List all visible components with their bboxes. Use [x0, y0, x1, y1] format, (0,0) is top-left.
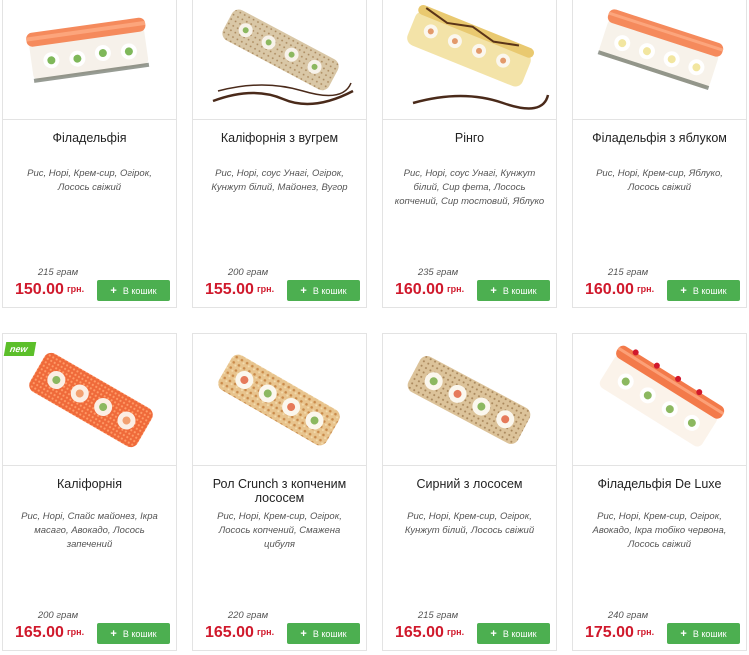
product-name[interactable]: Філадельфія De Luxe	[579, 477, 740, 491]
plus-icon: +	[300, 284, 307, 297]
add-to-cart-label: В кошик	[692, 628, 727, 639]
sushi-roll-crunch-icon	[218, 354, 340, 446]
product-image[interactable]	[383, 0, 556, 120]
product-name[interactable]: Філадельфія з яблуком	[579, 131, 740, 145]
plus-icon: +	[490, 627, 497, 640]
product-name[interactable]: Сирний з лососем	[389, 477, 550, 491]
product-price: 155.00 грн.	[205, 281, 274, 299]
product-ingredients: Рис, Норі, Крем-сир, Огірок, Кунжут біли…	[404, 511, 535, 536]
product-weight: 215 грам	[37, 267, 79, 278]
add-to-cart-button[interactable]: + В кошик	[477, 623, 550, 644]
product-card[interactable]: Сирний з лососем Рис, Норі, Крем-сир, Ог…	[382, 333, 557, 651]
product-name[interactable]: Рол Crunch з копченим лососем	[199, 477, 360, 505]
add-to-cart-label: В кошик	[502, 628, 537, 639]
add-to-cart-button[interactable]: + В кошик	[667, 280, 740, 301]
product-grid: Філадельфія Рис, Норі, Крем-сир, Огірок,…	[0, 0, 749, 655]
add-to-cart-label: В кошик	[312, 285, 347, 296]
plus-icon: +	[110, 627, 117, 640]
product-weight: 235 грам	[417, 267, 459, 278]
sushi-roll-salmon-icon	[25, 17, 150, 83]
product-ingredients: Рис, Норі, Крем-сир, Огірок, Лосось свіж…	[27, 168, 152, 193]
add-to-cart-button[interactable]: + В кошик	[287, 623, 360, 644]
sushi-roll-cheese-icon	[407, 5, 550, 110]
product-card[interactable]: Рінго Рис, Норі, соус Унагі, Кунжут біли…	[382, 0, 557, 308]
sushi-roll-sesame-icon	[212, 9, 354, 106]
add-to-cart-button[interactable]: + В кошик	[97, 623, 170, 644]
currency-label: грн.	[256, 284, 275, 294]
add-to-cart-label: В кошик	[122, 628, 157, 639]
add-to-cart-label: В кошик	[502, 285, 537, 296]
currency-label: грн.	[636, 627, 655, 637]
product-image[interactable]	[193, 0, 366, 120]
product-price: 165.00 грн.	[205, 624, 274, 642]
add-to-cart-label: В кошик	[312, 628, 347, 639]
product-name[interactable]: Філадельфія	[9, 131, 170, 145]
product-price: 175.00 грн.	[585, 624, 654, 642]
product-ingredients: Рис, Норі, Крем-сир, Яблуко, Лосось свіж…	[596, 168, 723, 193]
currency-label: грн.	[636, 284, 655, 294]
product-weight: 220 грам	[227, 610, 269, 621]
product-ingredients: Рис, Норі, Крем-сир, Огірок, Лосось копч…	[217, 511, 342, 550]
plus-icon: +	[300, 627, 307, 640]
product-price: 150.00 грн.	[15, 281, 84, 299]
currency-label: грн.	[66, 627, 85, 637]
product-weight: 200 грам	[227, 267, 269, 278]
add-to-cart-label: В кошик	[692, 285, 727, 296]
price-value: 165.00	[205, 624, 254, 641]
product-name[interactable]: Каліфорнія з вугрем	[199, 131, 360, 145]
product-weight: 200 грам	[37, 610, 79, 621]
price-value: 150.00	[15, 281, 64, 298]
product-image[interactable]	[3, 0, 176, 120]
product-weight: 215 грам	[607, 267, 649, 278]
price-value: 175.00	[585, 624, 634, 641]
plus-icon: +	[680, 284, 687, 297]
product-card[interactable]: Філадельфія з яблуком Рис, Норі, Крем-си…	[572, 0, 747, 308]
product-price: 160.00 грн.	[585, 281, 654, 299]
new-badge: new	[3, 342, 36, 356]
plus-icon: +	[680, 627, 687, 640]
product-price: 160.00 грн.	[395, 281, 464, 299]
add-to-cart-label: В кошик	[122, 285, 157, 296]
sushi-roll-deluxe-icon	[599, 345, 725, 447]
product-name[interactable]: Каліфорнія	[9, 477, 170, 491]
add-to-cart-button[interactable]: + В кошик	[667, 623, 740, 644]
product-card[interactable]: Каліфорнія з вугрем Рис, Норі, соус Унаг…	[192, 0, 367, 308]
price-value: 160.00	[395, 281, 444, 298]
currency-label: грн.	[446, 627, 465, 637]
product-ingredients: Рис, Норі, соус Унагі, Кунжут білий, Сир…	[394, 168, 545, 207]
product-image[interactable]: new	[3, 334, 176, 466]
price-value: 165.00	[15, 624, 64, 641]
add-to-cart-button[interactable]: + В кошик	[477, 280, 550, 301]
product-card[interactable]: Рол Crunch з копченим лососем Рис, Норі,…	[192, 333, 367, 651]
product-price: 165.00 грн.	[15, 624, 84, 642]
price-value: 165.00	[395, 624, 444, 641]
product-card[interactable]: Філадельфія De Luxe Рис, Норі, Крем-сир,…	[572, 333, 747, 651]
product-card[interactable]: Філадельфія Рис, Норі, Крем-сир, Огірок,…	[2, 0, 177, 308]
add-to-cart-button[interactable]: + В кошик	[287, 280, 360, 301]
plus-icon: +	[110, 284, 117, 297]
price-value: 160.00	[585, 281, 634, 298]
sushi-roll-sesame-icon	[407, 356, 531, 444]
product-image[interactable]	[193, 334, 366, 466]
product-ingredients: Рис, Норі, соус Унагі, Огірок, Кунжут бі…	[211, 168, 348, 193]
currency-label: грн.	[66, 284, 85, 294]
add-to-cart-button[interactable]: + В кошик	[97, 280, 170, 301]
product-image[interactable]	[573, 334, 746, 466]
product-weight: 215 грам	[417, 610, 459, 621]
sushi-roll-salmon-icon	[597, 9, 724, 90]
product-price: 165.00 грн.	[395, 624, 464, 642]
currency-label: грн.	[256, 627, 275, 637]
currency-label: грн.	[446, 284, 465, 294]
product-image[interactable]	[573, 0, 746, 120]
product-ingredients: Рис, Норі, Крем-сир, Огірок, Авокадо, Ік…	[592, 511, 727, 550]
product-ingredients: Рис, Норі, Спайс майонез, Ікра масаго, А…	[21, 511, 158, 550]
price-value: 155.00	[205, 281, 254, 298]
product-card[interactable]: new Каліфорнія Рис, Норі, Спайс майонез,…	[2, 333, 177, 651]
product-image[interactable]	[383, 334, 556, 466]
product-weight: 240 грам	[607, 610, 649, 621]
plus-icon: +	[490, 284, 497, 297]
product-name[interactable]: Рінго	[389, 131, 550, 145]
